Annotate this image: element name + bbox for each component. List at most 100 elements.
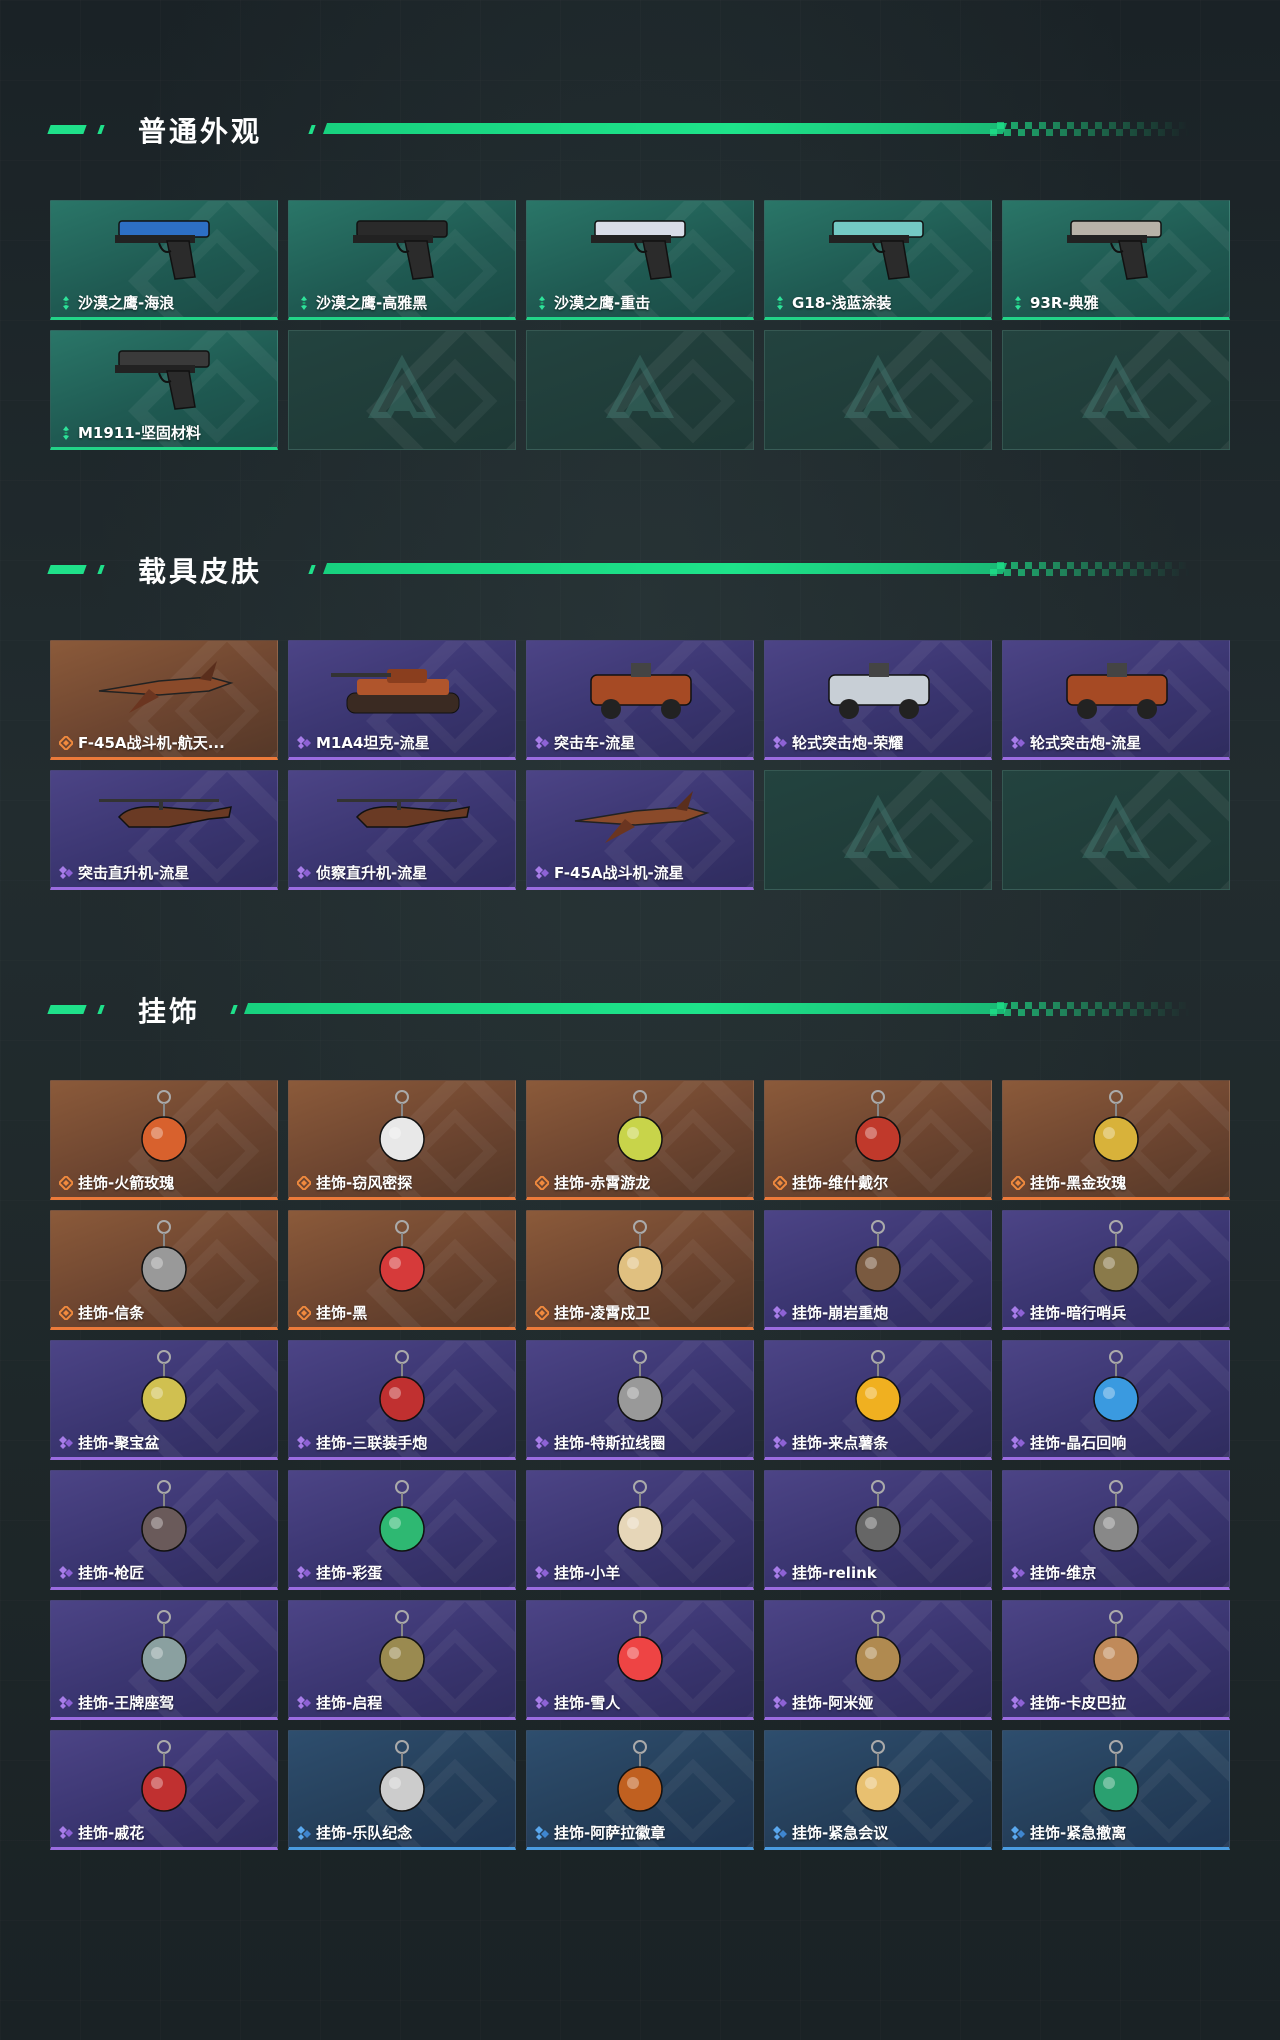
- item-card[interactable]: 挂饰-枪匠: [50, 1470, 278, 1590]
- item-name: 挂饰-维京: [1030, 1564, 1097, 1582]
- rarity-icon: [59, 1305, 73, 1320]
- item-name: 挂饰-窃风密探: [316, 1174, 413, 1192]
- charm-icon: [855, 1090, 901, 1162]
- rarity-icon: [773, 1825, 787, 1840]
- item-card[interactable]: 沙漠之鹰-高雅黑: [288, 200, 516, 320]
- item-card[interactable]: 挂饰-阿米娅: [764, 1600, 992, 1720]
- item-name: F-45A战斗机-航天...: [78, 734, 225, 752]
- rarity-icon: [535, 1305, 549, 1320]
- item-card[interactable]: 挂饰-火箭玫瑰: [50, 1080, 278, 1200]
- item-card[interactable]: 挂饰-小羊: [526, 1470, 754, 1590]
- item-card[interactable]: F-45A战斗机-航天...: [50, 640, 278, 760]
- rarity-icon: [773, 1435, 787, 1449]
- rarity-icon: [535, 1435, 549, 1449]
- item-card[interactable]: G18-浅蓝涂装: [764, 200, 992, 320]
- item-card[interactable]: 轮式突击炮-流星: [1002, 640, 1230, 760]
- item-card[interactable]: 突击车-流星: [526, 640, 754, 760]
- item-card[interactable]: 挂饰-信条: [50, 1210, 278, 1330]
- item-label: 沙漠之鹰-海浪: [59, 292, 174, 313]
- item-card[interactable]: 挂饰-紧急撤离: [1002, 1730, 1230, 1850]
- item-card[interactable]: 挂饰-晶石回响: [1002, 1340, 1230, 1460]
- item-card[interactable]: 挂饰-启程: [288, 1600, 516, 1720]
- item-card[interactable]: 挂饰-王牌座驾: [50, 1600, 278, 1720]
- item-card[interactable]: 挂饰-乐队纪念: [288, 1730, 516, 1850]
- header-accent: [97, 125, 105, 134]
- item-label: 挂饰-彩蛋: [297, 1562, 382, 1583]
- charm-icon: [379, 1610, 425, 1682]
- item-grid: 挂饰-火箭玫瑰 挂饰-窃风密探 挂饰-赤霄游龙 挂饰-维什戴尔 挂饰-黑金玫瑰挂饰-信条…: [50, 1080, 1230, 1850]
- item-card[interactable]: 轮式突击炮-荣耀: [764, 640, 992, 760]
- section-title: 载具皮肤: [138, 555, 263, 588]
- item-name: 突击直升机-流星: [78, 864, 190, 882]
- item-name: M1A4坦克-流星: [316, 734, 430, 752]
- item-card[interactable]: 挂饰-黑: [288, 1210, 516, 1330]
- charm-icon: [141, 1350, 187, 1422]
- rarity-icon: [59, 865, 73, 879]
- charm-icon: [1093, 1480, 1139, 1552]
- item-card[interactable]: 挂饰-黑金玫瑰: [1002, 1080, 1230, 1200]
- pistol-icon: [829, 220, 924, 280]
- charm-icon: [1093, 1350, 1139, 1422]
- rarity-icon: [297, 865, 311, 879]
- item-card[interactable]: 挂饰-relink: [764, 1470, 992, 1590]
- charm-icon: [379, 1350, 425, 1422]
- item-card[interactable]: 挂饰-暗行哨兵: [1002, 1210, 1230, 1330]
- item-label: 挂饰-卡皮巴拉: [1011, 1692, 1126, 1713]
- item-label: 轮式突击炮-流星: [1011, 732, 1141, 753]
- item-name: M1911-坚固材料: [78, 424, 201, 442]
- item-card[interactable]: 沙漠之鹰-海浪: [50, 200, 278, 320]
- item-card[interactable]: M1911-坚固材料: [50, 330, 278, 450]
- item-card[interactable]: 挂饰-戚花: [50, 1730, 278, 1850]
- item-card[interactable]: 挂饰-彩蛋: [288, 1470, 516, 1590]
- item-label: 挂饰-信条: [59, 1302, 144, 1323]
- charm-icon: [141, 1610, 187, 1682]
- item-card[interactable]: 挂饰-雪人: [526, 1600, 754, 1720]
- item-card[interactable]: 挂饰-特斯拉线圈: [526, 1340, 754, 1460]
- rarity-icon: [535, 1695, 549, 1709]
- item-label: 挂饰-雪人: [535, 1692, 620, 1713]
- pistol-icon: [115, 220, 210, 280]
- item-label: 挂饰-阿米娅: [773, 1692, 873, 1713]
- item-card[interactable]: M1A4坦克-流星: [288, 640, 516, 760]
- rarity-icon: [59, 735, 73, 750]
- item-label: 挂饰-枪匠: [59, 1562, 144, 1583]
- empty-slot-logo-icon: [843, 355, 913, 418]
- item-card[interactable]: 挂饰-赤霄游龙: [526, 1080, 754, 1200]
- helicopter-icon: [337, 799, 470, 828]
- charm-icon: [379, 1480, 425, 1552]
- item-name: 挂饰-特斯拉线圈: [554, 1434, 666, 1452]
- item-card[interactable]: 突击直升机-流星: [50, 770, 278, 890]
- item-card[interactable]: 挂饰-维什戴尔: [764, 1080, 992, 1200]
- item-name: 挂饰-黑金玫瑰: [1030, 1174, 1127, 1192]
- item-card[interactable]: 挂饰-来点薯条: [764, 1340, 992, 1460]
- item-name: 挂饰-聚宝盆: [78, 1434, 160, 1452]
- item-card[interactable]: 93R-典雅: [1002, 200, 1230, 320]
- header-accent: [97, 1005, 105, 1014]
- empty-slot: [764, 770, 992, 890]
- rarity-icon: [535, 1825, 549, 1840]
- item-label: F-45A战斗机-航天...: [59, 732, 225, 753]
- item-card[interactable]: 挂饰-卡皮巴拉: [1002, 1600, 1230, 1720]
- item-card[interactable]: F-45A战斗机-流星: [526, 770, 754, 890]
- item-card[interactable]: 挂饰-凌霄戍卫: [526, 1210, 754, 1330]
- item-card[interactable]: 挂饰-紧急会议: [764, 1730, 992, 1850]
- pistol-icon: [1067, 220, 1162, 280]
- rarity-icon: [539, 295, 545, 310]
- item-grid: F-45A战斗机-航天... M1A4坦克-流星 突击车-流星 轮式突击炮-荣耀 轮式突…: [50, 640, 1230, 890]
- rarity-icon: [59, 1175, 73, 1190]
- charm-icon: [141, 1740, 187, 1812]
- item-card[interactable]: 挂饰-三联装手炮: [288, 1340, 516, 1460]
- item-card[interactable]: 挂饰-崩岩重炮: [764, 1210, 992, 1330]
- item-label: 挂饰-赤霄游龙: [535, 1172, 650, 1193]
- rarity-icon: [777, 295, 783, 310]
- item-card[interactable]: 挂饰-窃风密探: [288, 1080, 516, 1200]
- item-card[interactable]: 侦察直升机-流星: [288, 770, 516, 890]
- item-card[interactable]: 挂饰-阿萨拉徽章: [526, 1730, 754, 1850]
- charm-icon: [617, 1480, 663, 1552]
- rarity-icon: [297, 1565, 311, 1579]
- item-card[interactable]: 挂饰-维京: [1002, 1470, 1230, 1590]
- item-card[interactable]: 沙漠之鹰-重击: [526, 200, 754, 320]
- rarity-icon: [1011, 1175, 1025, 1190]
- item-card[interactable]: 挂饰-聚宝盆: [50, 1340, 278, 1460]
- item-name: 挂饰-信条: [78, 1304, 145, 1322]
